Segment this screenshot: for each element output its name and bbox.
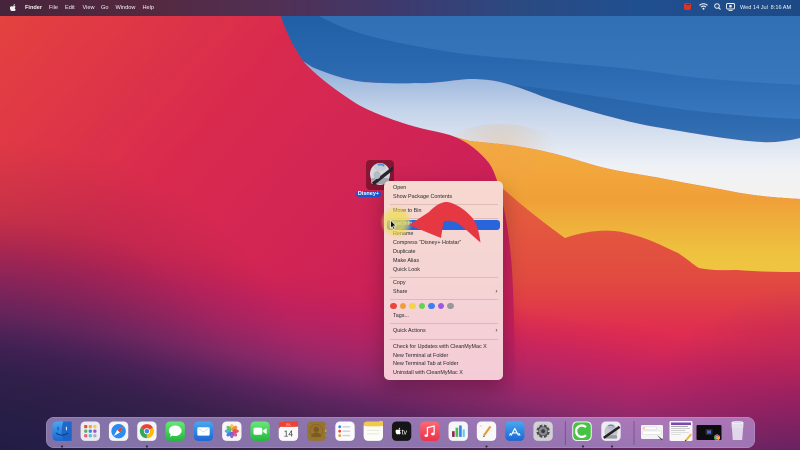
svg-text:14: 14 [284,428,294,438]
svg-text:JUL: JUL [286,423,291,427]
svg-text:tv: tv [402,430,408,437]
